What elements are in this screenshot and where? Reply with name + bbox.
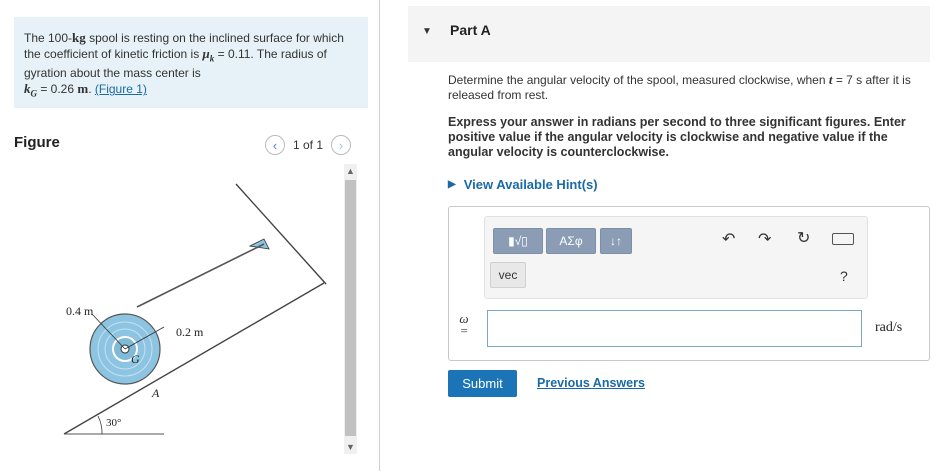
submit-button[interactable]: Submit: [448, 370, 517, 397]
previous-answers-link[interactable]: Previous Answers: [537, 376, 645, 390]
reset-icon[interactable]: ↻: [797, 228, 810, 248]
scroll-down-icon[interactable]: ▼: [344, 440, 357, 454]
hint-toggle[interactable]: ▶ View Available Hint(s): [448, 177, 598, 192]
part-header[interactable]: ▼ Part A: [408, 6, 930, 62]
angle-label: 30°: [106, 417, 121, 429]
kg-unit: m: [77, 81, 89, 97]
period: .: [88, 82, 95, 97]
hint-link[interactable]: View Available Hint(s): [464, 177, 598, 192]
question-text: Determine the angular velocity of the sp…: [448, 72, 918, 103]
center-label: G: [131, 352, 140, 366]
keyboard-icon[interactable]: [832, 233, 854, 245]
arrows-button[interactable]: ↓↑: [600, 228, 632, 254]
angle-arc: [97, 415, 103, 435]
rope: [136, 243, 265, 308]
answer-variable-label: ω =: [453, 312, 475, 338]
chevron-left-icon[interactable]: ‹: [265, 135, 285, 155]
undo-icon[interactable]: ↶: [722, 229, 735, 249]
equals-sign: =: [459, 323, 469, 338]
figure-pager: ‹ 1 of 1 ›: [265, 135, 352, 155]
part-title: Part A: [450, 22, 491, 38]
problem-text: The 100-: [24, 31, 73, 45]
contact-label: A: [151, 386, 160, 400]
help-button[interactable]: ?: [840, 268, 848, 284]
pager-text: 1 of 1: [293, 138, 324, 152]
figure-image: 0.4 m 0.2 m G A 30°: [14, 164, 340, 471]
chevron-right-icon[interactable]: ›: [331, 135, 352, 155]
scroll-thumb[interactable]: [345, 180, 356, 436]
greek-button[interactable]: ΑΣφ: [546, 228, 596, 254]
problem-statement: The 100-kg spool is resting on the incli…: [14, 17, 368, 108]
mass-unit: kg: [72, 30, 86, 45]
figure-scrollbar[interactable]: ▲ ▼: [344, 164, 357, 454]
spool-diagram: 0.4 m 0.2 m G A 30°: [63, 183, 327, 435]
templates-button[interactable]: ▮√▯: [493, 228, 543, 254]
answer-input[interactable]: [487, 310, 862, 347]
vec-button[interactable]: vec: [490, 262, 526, 288]
figure-link[interactable]: (Figure 1): [95, 82, 147, 96]
wall-line: [235, 183, 327, 285]
question-part: Determine the angular velocity of the sp…: [448, 73, 829, 87]
redo-icon[interactable]: ↷: [758, 229, 771, 249]
expand-triangle-icon: ▶: [448, 179, 456, 190]
answer-unit: rad/s: [875, 320, 903, 335]
column-divider: [379, 0, 380, 471]
figure-title: Figure: [14, 134, 60, 151]
inner-radius-label: 0.2 m: [176, 325, 204, 339]
scroll-up-icon[interactable]: ▲: [344, 164, 357, 178]
collapse-triangle-icon[interactable]: ▼: [422, 26, 432, 37]
anchor-icon: [248, 238, 270, 250]
kg-value: = 0.26: [37, 82, 78, 97]
outer-radius-label: 0.4 m: [66, 304, 94, 318]
answer-instructions: Express your answer in radians per secon…: [448, 115, 906, 159]
mu-symbol: μ: [202, 46, 210, 61]
